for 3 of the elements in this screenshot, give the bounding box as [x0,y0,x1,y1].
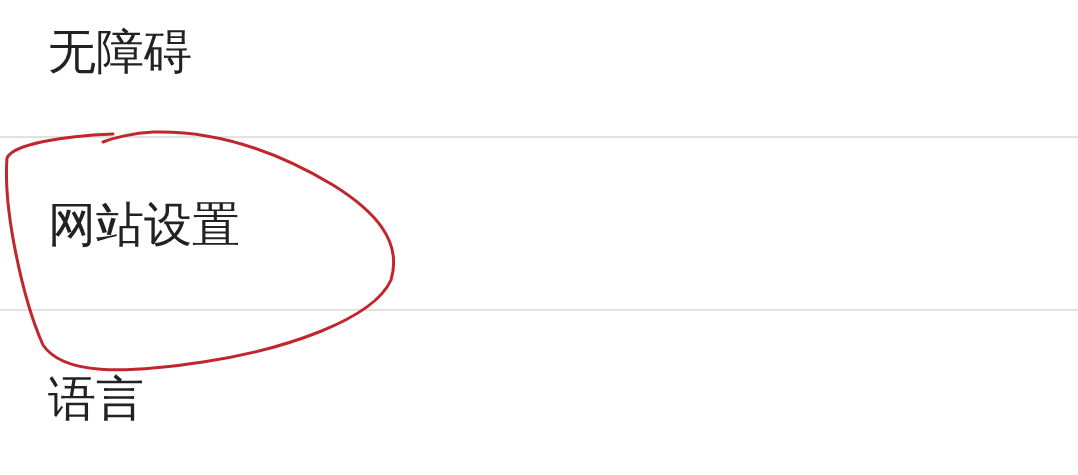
settings-item[interactable]: 无障碍 [48,26,192,75]
settings-item[interactable]: 语言 [48,373,144,422]
settings-item[interactable]: 网站设置 [48,199,240,248]
